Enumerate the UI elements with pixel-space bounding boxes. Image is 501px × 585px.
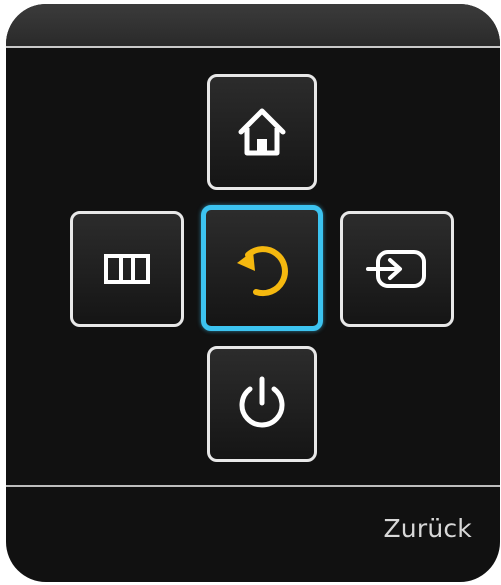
home-button[interactable] — [207, 74, 317, 190]
panel-header — [6, 4, 500, 46]
menu-icon — [104, 254, 150, 284]
back-button[interactable] — [201, 205, 323, 331]
bottom-divider — [6, 485, 500, 487]
footer-label: Zurück — [383, 514, 472, 543]
power-icon — [239, 376, 285, 428]
remote-control-panel: Zurück — [6, 4, 500, 582]
power-button[interactable] — [207, 346, 317, 462]
top-divider — [6, 46, 500, 48]
source-input-icon — [366, 250, 426, 288]
source-button[interactable] — [340, 211, 454, 327]
home-icon — [238, 108, 286, 156]
return-icon — [237, 246, 288, 297]
menu-button[interactable] — [70, 211, 184, 327]
